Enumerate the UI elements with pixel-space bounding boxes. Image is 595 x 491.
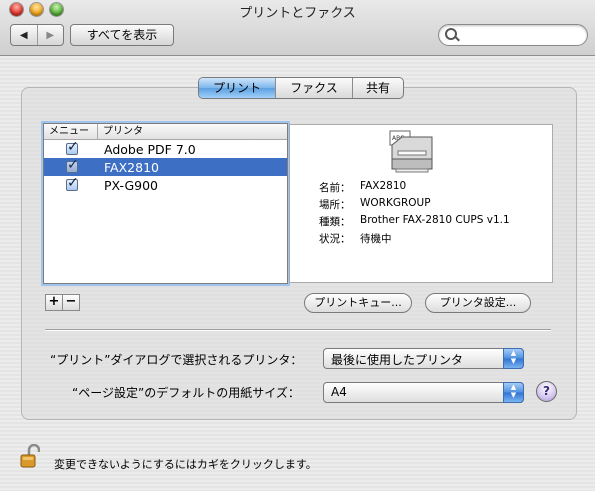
menu-checkbox[interactable] (66, 175, 79, 191)
paper-size-value: A4 (331, 385, 347, 399)
printer-name: Adobe PDF 7.0 (104, 141, 196, 157)
popup-arrows-icon: ▲ ▼ (503, 382, 524, 403)
tab-print[interactable]: プリント (199, 78, 275, 98)
paper-size-label: “ページ設定”のデフォルトの用紙サイズ： (72, 386, 300, 400)
detail-location-value: WORKGROUP (360, 197, 431, 209)
printer-row[interactable]: Adobe PDF 7.0 (44, 139, 287, 158)
detail-status-row: 状況： 待機中 (319, 231, 392, 246)
detail-location-row: 場所： WORKGROUP (319, 197, 431, 212)
lock-icon[interactable] (20, 444, 40, 468)
selected-printer-popup[interactable]: 最後に使用したプリンタ ▲ ▼ (323, 348, 524, 369)
printer-list[interactable]: メニュー プリンタ Adobe PDF 7.0 FAX2810 PX-G900 (43, 123, 288, 284)
menu-checkbox[interactable] (66, 157, 79, 173)
printer-name: PX-G900 (104, 177, 158, 193)
column-header-menu[interactable]: メニュー (44, 124, 98, 139)
tab-sharing[interactable]: 共有 (352, 78, 403, 98)
print-queue-button[interactable]: プリントキュー... (304, 293, 412, 313)
add-printer-button[interactable]: + (46, 295, 62, 310)
lock-message: 変更できないようにするにはカギをクリックします。 (54, 458, 317, 471)
tab-bar: プリント ファクス 共有 (198, 77, 404, 99)
nav-button-group: ◀ ▶ (10, 24, 64, 46)
printer-list-header: メニュー プリンタ (44, 124, 287, 140)
selected-printer-value: 最後に使用したプリンタ (331, 353, 464, 367)
back-button[interactable]: ◀ (11, 25, 37, 45)
printer-details-panel: ABC 名前： FAX2810 場所： WORKGROUP 種類： Brothe… (289, 124, 553, 283)
detail-location-key: 場所： (319, 199, 351, 211)
printer-icon: ABC (389, 130, 433, 173)
printer-setup-button[interactable]: プリンタ設定... (425, 293, 531, 313)
paper-size-popup[interactable]: A4 ▲ ▼ (323, 382, 524, 403)
window-title: プリントとファクス (239, 6, 356, 21)
detail-status-key: 状況： (319, 233, 351, 245)
popup-arrows-icon: ▲ ▼ (503, 348, 524, 369)
menu-checkbox[interactable] (66, 139, 79, 155)
detail-name-row: 名前： FAX2810 (319, 180, 406, 195)
detail-name-key: 名前： (319, 182, 351, 194)
detail-status-value: 待機中 (360, 233, 392, 245)
add-remove-buttons: + − (45, 294, 80, 311)
printer-row[interactable]: PX-G900 (44, 175, 287, 194)
show-all-button[interactable]: すべてを表示 (70, 24, 174, 46)
printer-row-selected[interactable]: FAX2810 (44, 157, 287, 176)
column-header-printer[interactable]: プリンタ (98, 124, 143, 139)
detail-kind-key: 種類： (319, 216, 351, 228)
remove-printer-button[interactable]: − (62, 295, 79, 310)
help-button[interactable]: ? (536, 381, 557, 402)
divider (45, 329, 551, 331)
tab-fax[interactable]: ファクス (275, 78, 352, 98)
selected-printer-label: “プリント”ダイアログで選択されるプリンタ： (50, 353, 303, 367)
forward-button[interactable]: ▶ (36, 25, 64, 45)
detail-kind-row: 種類： Brother FAX-2810 CUPS v1.1 (319, 214, 510, 229)
search-field[interactable] (438, 24, 588, 46)
search-icon (445, 28, 457, 40)
detail-name-value: FAX2810 (360, 180, 407, 192)
printer-name: FAX2810 (104, 159, 159, 175)
title-bar: プリントとファクス ◀ ▶ すべてを表示 (0, 0, 595, 56)
detail-kind-value: Brother FAX-2810 CUPS v1.1 (360, 214, 510, 226)
